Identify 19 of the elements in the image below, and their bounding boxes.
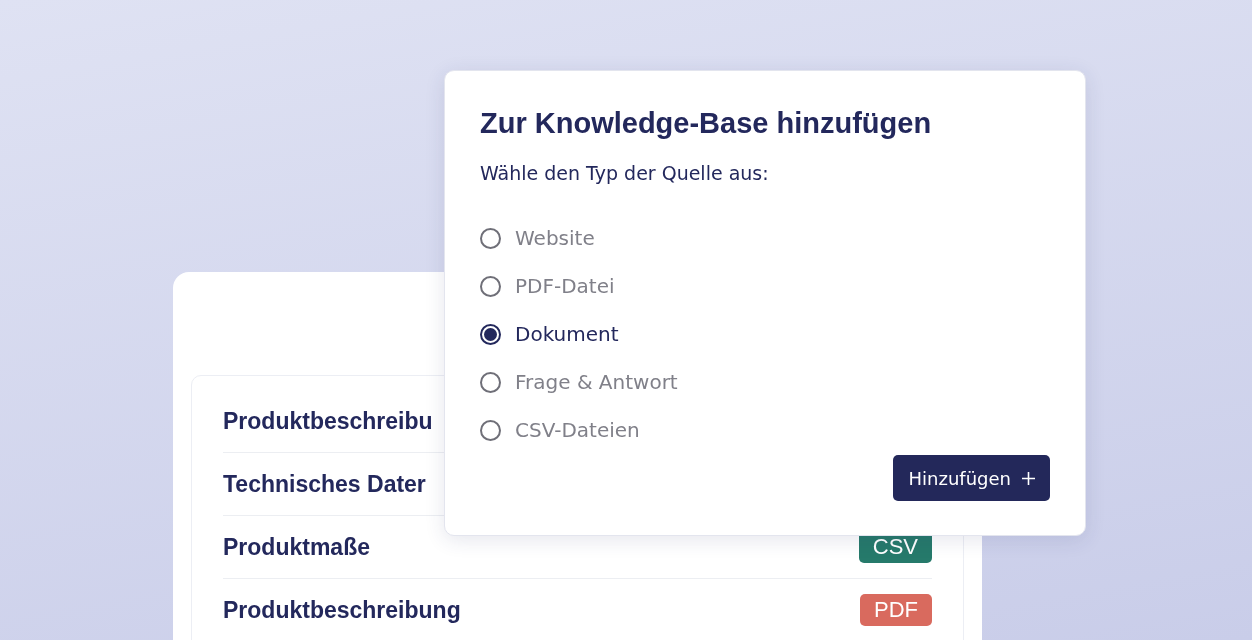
option-label: Dokument xyxy=(515,322,619,346)
add-button[interactable]: Hinzufügen xyxy=(892,455,1050,501)
source-name: Produktbeschreibung xyxy=(223,596,461,624)
source-name: Produktbeschreibu xyxy=(223,407,433,435)
option-label: PDF-Datei xyxy=(515,274,615,298)
source-name: Produktmaße xyxy=(223,533,370,561)
radio-button[interactable] xyxy=(480,227,501,249)
radio-button[interactable] xyxy=(480,371,501,393)
file-type-tag: PDF xyxy=(860,594,932,626)
radio-button[interactable] xyxy=(480,275,501,297)
plus-icon xyxy=(1021,470,1036,486)
option-label: Frage & Antwort xyxy=(515,370,678,394)
option-label: Website xyxy=(515,226,595,250)
source-name: Technisches Dater xyxy=(223,470,426,498)
option-label: CSV-Dateien xyxy=(515,418,640,442)
radio-button[interactable] xyxy=(480,419,501,441)
dialog-subtitle: Wähle den Typ der Quelle aus: xyxy=(480,162,770,184)
radio-button[interactable] xyxy=(480,323,501,345)
dialog-title: Zur Knowledge-Base hinzufügen xyxy=(480,107,933,140)
